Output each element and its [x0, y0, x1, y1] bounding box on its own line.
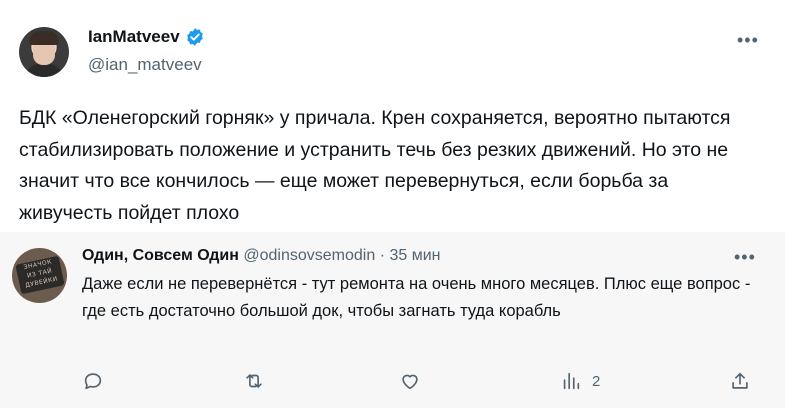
- reply-avatar[interactable]: ЗНАЧОК ИЗ ТАЙ ДУВЕЙКИ: [12, 248, 67, 303]
- reply-icon: [84, 373, 102, 390]
- reply-tweet[interactable]: ЗНАЧОК ИЗ ТАЙ ДУВЕЙКИ Один, Совсем Один …: [0, 232, 785, 408]
- reply-timestamp[interactable]: 35 мин: [390, 247, 441, 264]
- share-icon: [732, 372, 748, 389]
- reply-button[interactable]: [82, 366, 104, 396]
- views-count: 2: [592, 372, 601, 390]
- reply-display-name[interactable]: Один, Совсем Один: [82, 247, 239, 264]
- meta-separator: ·: [379, 247, 386, 264]
- author-avatar[interactable]: [19, 27, 69, 77]
- retweet-button[interactable]: [243, 366, 265, 396]
- verified-badge-icon: [186, 28, 203, 46]
- views-button[interactable]: 2: [560, 366, 600, 396]
- reply-text: Даже если не перевернётся - тут ремонта …: [82, 275, 751, 320]
- reply-header: Один, Совсем Один @odinsovsemodin · 35 м…: [82, 247, 441, 265]
- tweet-text: БДК «Оленегорский горняк» у причала. Кре…: [19, 107, 731, 224]
- author-name-row: IanMatveev: [88, 27, 205, 47]
- main-tweet: IanMatveev @ian_matveev ••• БДК «Оленего…: [0, 0, 785, 232]
- action-bar: 2: [0, 366, 785, 396]
- more-options-icon[interactable]: •••: [737, 30, 759, 51]
- like-icon: [402, 374, 418, 390]
- views-icon: [563, 372, 580, 390]
- reply-more-options-icon[interactable]: •••: [734, 247, 756, 268]
- share-button[interactable]: [729, 366, 751, 396]
- author-handle[interactable]: @ian_matveev: [88, 55, 202, 75]
- like-button[interactable]: [399, 366, 421, 396]
- author-display-name[interactable]: IanMatveev: [88, 27, 180, 47]
- retweet-icon: [246, 374, 262, 388]
- reply-handle[interactable]: @odinsovsemodin: [243, 247, 375, 264]
